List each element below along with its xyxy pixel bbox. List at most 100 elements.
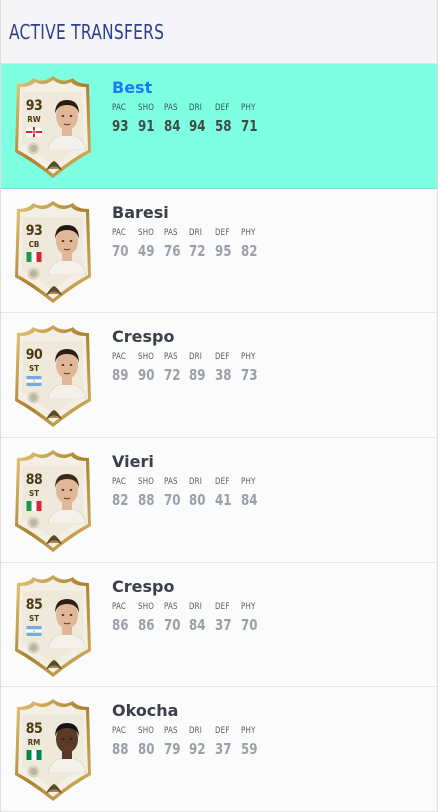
stat-value: 71 [240, 117, 258, 135]
stat-value: 80 [137, 740, 155, 759]
stat-label: DEF [215, 227, 230, 238]
player-card[interactable]: 85 RM [11, 697, 95, 804]
stat-value: 70 [112, 241, 129, 260]
stat-value: 92 [189, 740, 206, 759]
player-card[interactable]: 90 ST [11, 323, 95, 430]
stat-dri: DRI 92 [189, 726, 215, 758]
player-name: Okocha [112, 701, 179, 721]
icon-badge-icon [45, 409, 63, 421]
player-card[interactable]: 93 RW [11, 74, 95, 181]
stat-pas: PAS 76 [164, 228, 190, 260]
club-badge-icon [27, 267, 40, 280]
stat-def: DEF 38 [215, 352, 241, 384]
stat-label: PHY [240, 477, 256, 488]
transfer-row[interactable]: 90 ST Crespo PAC 89 SHO 90 PAS 72 DRI 89… [1, 313, 437, 439]
nigeria-flag [26, 750, 42, 761]
stat-dri: DRI 89 [189, 352, 215, 384]
stat-value: 88 [112, 740, 129, 759]
player-rating: 93 [25, 98, 43, 114]
stat-label: PAS [163, 352, 178, 363]
italy-flag [26, 251, 42, 262]
stat-value: 59 [240, 740, 258, 759]
stat-label: PHY [240, 352, 256, 363]
stat-label: DEF [215, 103, 230, 113]
stat-label: PAC [112, 103, 127, 113]
stat-pas: PAS 79 [164, 726, 190, 758]
stat-phy: PHY 84 [241, 477, 267, 509]
panel-header: ACTIVE TRANSFERS [1, 0, 437, 64]
stat-sho: SHO 80 [138, 726, 164, 758]
player-card[interactable]: 85 ST [11, 573, 95, 680]
club-badge-icon [27, 516, 40, 529]
club-badge-icon [27, 641, 40, 654]
stat-label: PHY [240, 227, 256, 238]
stat-phy: PHY 59 [241, 726, 267, 758]
stat-label: PAC [112, 726, 127, 737]
stat-label: SHO [137, 103, 154, 113]
stat-label: PHY [240, 601, 256, 612]
stat-value: 91 [137, 117, 155, 135]
player-stats: PAC 86 SHO 86 PAS 70 DRI 84 DEF 37 PHY 7… [112, 602, 267, 634]
player-name: Crespo [112, 576, 175, 596]
player-stats: PAC 70 SHO 49 PAS 76 DRI 72 DEF 95 PHY 8… [112, 228, 267, 260]
stat-value: 58 [215, 117, 232, 135]
stat-sho: SHO 86 [138, 602, 164, 634]
stat-sho: SHO 90 [138, 352, 164, 384]
stat-pac: PAC 70 [112, 228, 138, 260]
stat-value: 86 [112, 615, 129, 634]
stat-def: DEF 95 [215, 228, 241, 260]
argentina-flag [26, 376, 42, 387]
stat-label: DRI [189, 726, 203, 737]
player-card[interactable]: 88 ST [11, 448, 95, 555]
player-name: Best [112, 78, 153, 97]
stat-value: 94 [189, 117, 206, 135]
player-position: CB [28, 239, 40, 249]
stat-label: DRI [189, 352, 203, 363]
transfer-row[interactable]: 93 CB Baresi PAC 70 SHO 49 PAS 76 DRI 72… [1, 188, 437, 314]
stat-dri: DRI 80 [189, 477, 215, 509]
stat-dri: DRI 84 [189, 602, 215, 634]
stat-value: 38 [215, 366, 232, 385]
stat-value: 70 [240, 615, 258, 634]
stat-value: 88 [137, 491, 155, 510]
stat-label: PHY [240, 103, 256, 113]
stat-label: SHO [137, 601, 154, 612]
northern-ireland-flag [26, 127, 42, 137]
stat-phy: PHY 70 [241, 602, 267, 634]
player-position: RW [27, 115, 41, 124]
player-portrait [44, 341, 90, 400]
stat-value: 72 [189, 241, 206, 260]
stat-label: DRI [189, 103, 203, 113]
stat-sho: SHO 88 [138, 477, 164, 509]
stat-value: 86 [137, 615, 155, 634]
transfer-row[interactable]: 85 ST Crespo PAC 86 SHO 86 PAS 70 DRI 84… [1, 562, 437, 688]
transfer-list: 93 RW Best PAC 93 SHO 91 PAS 84 DRI 94 D… [1, 64, 437, 812]
stat-value: 95 [215, 241, 232, 260]
transfer-row[interactable]: 93 RW Best PAC 93 SHO 91 PAS 84 DRI 94 D… [1, 64, 437, 189]
stat-value: 84 [163, 117, 181, 135]
club-badge-icon [27, 142, 40, 155]
player-position: ST [28, 364, 40, 374]
stat-value: 37 [215, 740, 232, 759]
transfer-row[interactable]: 85 RM Okocha PAC 88 SHO 80 PAS 79 DRI 92… [1, 687, 437, 812]
stat-value: 82 [112, 491, 129, 510]
stat-value: 72 [163, 366, 181, 385]
stat-label: DEF [215, 726, 230, 737]
club-badge-icon [27, 391, 40, 404]
transfer-row[interactable]: 88 ST Vieri PAC 82 SHO 88 PAS 70 DRI 80 … [1, 438, 437, 563]
stat-label: PAC [112, 477, 127, 488]
player-info: Crespo PAC 89 SHO 90 PAS 72 DRI 89 DEF 3… [112, 327, 267, 384]
stat-value: 70 [163, 491, 181, 510]
player-stats: PAC 89 SHO 90 PAS 72 DRI 89 DEF 38 PHY 7… [112, 352, 267, 384]
player-name: Vieri [112, 452, 154, 472]
player-rating: 85 [25, 721, 43, 738]
player-portrait [44, 591, 90, 649]
stat-label: DEF [215, 601, 230, 612]
stat-label: PAS [163, 103, 178, 113]
active-transfers-panel: ACTIVE TRANSFERS 93 RW Best PAC 93 SHO 9… [0, 0, 438, 812]
stat-value: 70 [163, 615, 181, 634]
stat-label: DEF [215, 477, 230, 488]
player-portrait [44, 715, 90, 774]
player-card[interactable]: 93 CB [11, 199, 95, 306]
stat-def: DEF 37 [215, 602, 241, 634]
